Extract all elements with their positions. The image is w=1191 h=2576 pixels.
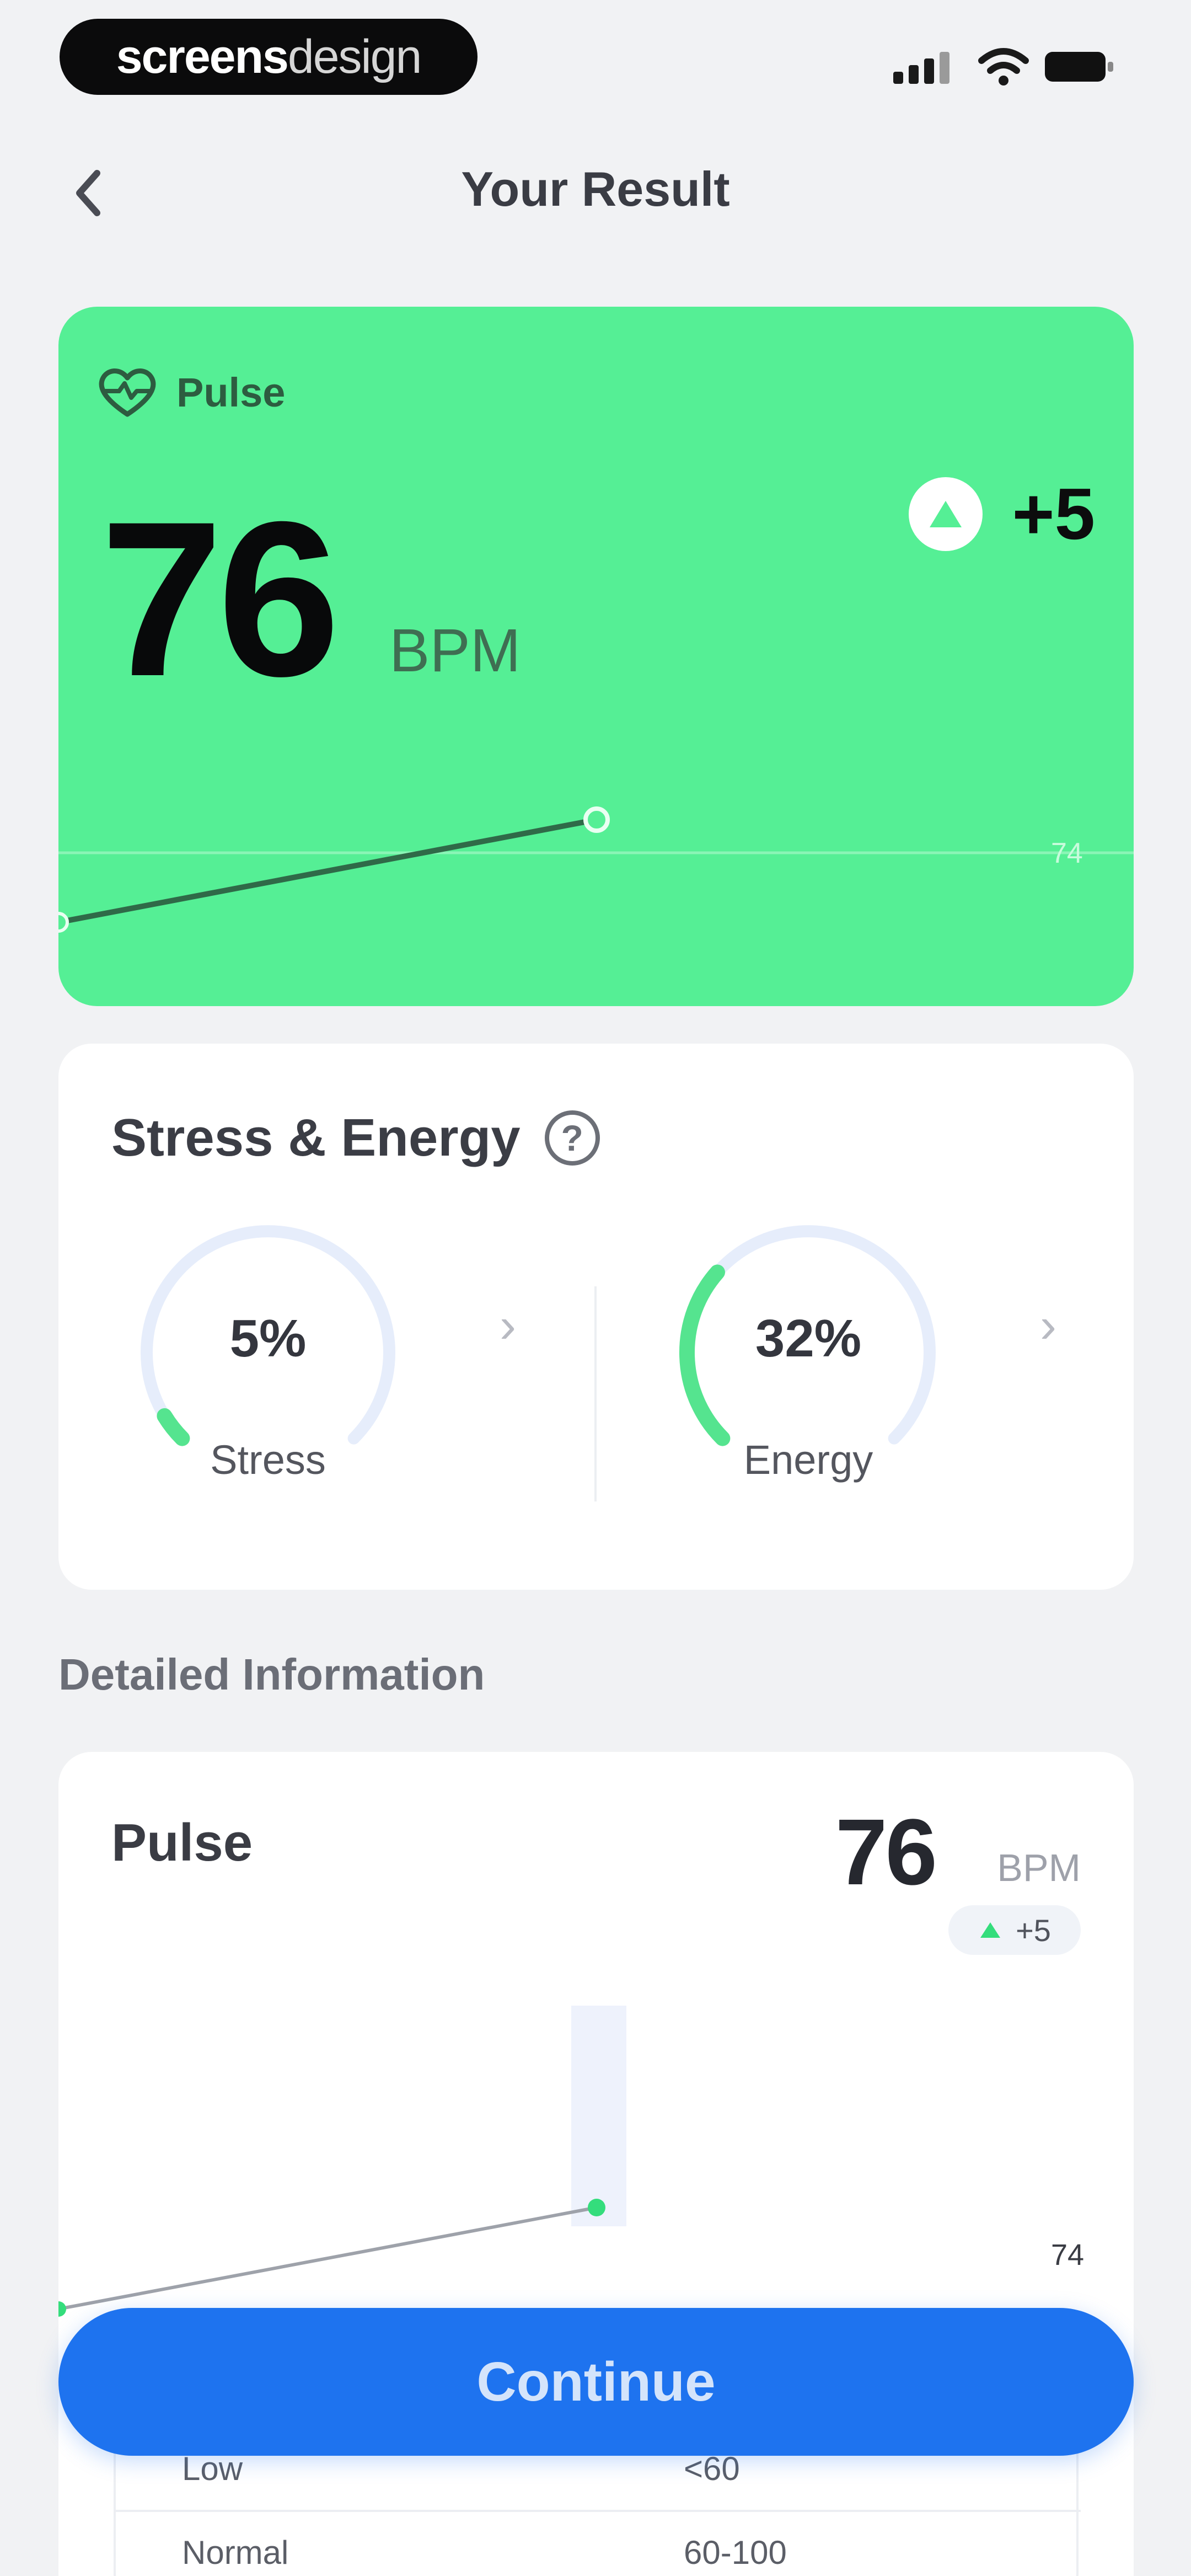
- energy-gauge[interactable]: 32% Energy: [665, 1220, 952, 1483]
- brand-text-main: screens: [116, 30, 289, 83]
- pulse-reference-label: 74: [1051, 837, 1083, 869]
- pulse-label: Pulse: [176, 369, 286, 415]
- stress-chevron-icon[interactable]: ›: [500, 1297, 516, 1354]
- detailed-delta-value: +5: [1016, 1912, 1051, 1948]
- brand-watermark: screens design: [60, 19, 478, 95]
- detailed-reference-label: 74: [1051, 2238, 1084, 2272]
- range-row-label: Normal: [182, 2534, 289, 2571]
- continue-button[interactable]: Continue: [58, 2308, 1134, 2456]
- detailed-pulse-title: Pulse: [111, 1813, 253, 1872]
- detailed-pulse-value: 76: [835, 1800, 937, 1905]
- pulse-delta-badge: +5: [908, 472, 1096, 555]
- pulse-delta-value: +5: [1012, 473, 1096, 554]
- pulse-summary-card: 74 Pulse 76 BPM +5: [58, 307, 1134, 1006]
- pulse-unit: BPM: [389, 617, 521, 685]
- pulse-trend-start-point: [58, 912, 69, 933]
- energy-label: Energy: [743, 1437, 873, 1483]
- detailed-trend-start-point: [58, 2301, 66, 2317]
- battery-icon: [1045, 52, 1113, 82]
- stress-energy-title: Stress & Energy: [111, 1108, 521, 1167]
- stress-energy-title-row: Stress & Energy ?: [111, 1108, 600, 1168]
- stress-gauge-fill: [157, 1408, 190, 1446]
- energy-chevron-icon[interactable]: ›: [1040, 1297, 1056, 1354]
- signal-icon: [893, 52, 949, 84]
- detailed-pulse-unit: BPM: [997, 1846, 1081, 1889]
- range-row: Normal 60-100: [116, 2510, 1081, 2576]
- energy-value: 32%: [755, 1309, 862, 1368]
- pulse-label-row: Pulse: [97, 362, 285, 423]
- brand-text-thin: design: [287, 30, 422, 83]
- arrow-up-icon: [980, 1922, 1001, 1938]
- range-row-value: 60-100: [684, 2534, 787, 2571]
- wifi-icon: [978, 48, 1029, 85]
- gauge-divider: [594, 1286, 597, 1501]
- pulse-trend-point: [583, 806, 610, 833]
- status-icons: [893, 48, 1113, 85]
- pulse-value: 76: [100, 475, 340, 722]
- detailed-trend-line: [58, 2206, 598, 2311]
- stress-energy-card: Stress & Energy ? 5% Stress › 32% Energy…: [58, 1044, 1134, 1590]
- arrow-up-icon: [908, 477, 983, 551]
- stress-label: Stress: [210, 1437, 326, 1483]
- detailed-delta-badge: +5: [948, 1905, 1081, 1955]
- stress-value: 5%: [229, 1309, 307, 1368]
- page-title: Your Result: [461, 162, 730, 216]
- detailed-trend-point: [588, 2199, 605, 2216]
- help-icon[interactable]: ?: [544, 1110, 600, 1166]
- stress-gauge[interactable]: 5% Stress: [125, 1220, 411, 1483]
- heart-pulse-icon: [99, 368, 156, 417]
- detailed-information-heading: Detailed Information: [58, 1650, 485, 1699]
- selected-column-highlight: [571, 2006, 626, 2226]
- pulse-trend-line: [58, 817, 599, 925]
